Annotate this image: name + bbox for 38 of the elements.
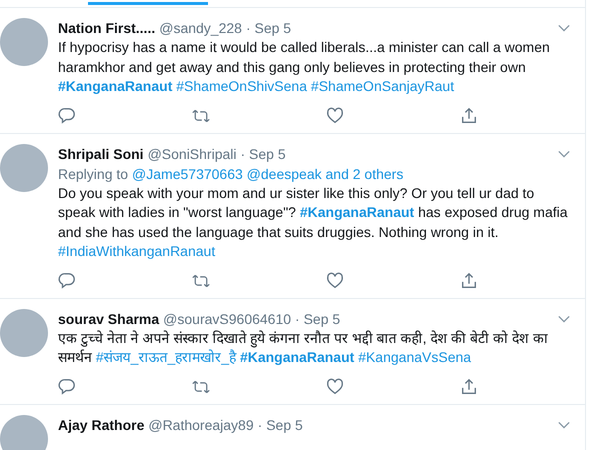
chevron-down-icon[interactable] [558, 420, 570, 428]
tweet-date[interactable]: · Sep 5 [295, 308, 340, 328]
user-name[interactable]: Shripali Soni [58, 144, 144, 164]
user-handle: @sandy_228 [159, 19, 242, 38]
hashtag-link[interactable]: #संजय_राऊत_हरामखोर_है [96, 349, 236, 365]
chevron-down-icon[interactable] [558, 150, 570, 158]
tweet-date[interactable]: · Sep 5 [258, 414, 303, 434]
chevron-down-icon[interactable] [558, 314, 570, 322]
hashtag-link[interactable]: #IndiaWithkanganRanaut [58, 243, 216, 259]
chevron-down-icon[interactable] [558, 24, 570, 32]
heart-icon[interactable] [326, 106, 344, 124]
user-name[interactable]: Nation First..... [58, 18, 156, 38]
tweet-date[interactable]: · Sep 5 [246, 18, 292, 38]
share-icon[interactable] [460, 106, 478, 124]
heart-icon[interactable] [326, 378, 344, 396]
tweet-text: एक टुच्चे नेता ने अपने संस्कार दिखाते हुये कंगना रनौत पर भद्दी बात कही, देश की बेटी को देश का समर्थन #संजय_राऊत_हरामखोर_है #KanganaRanaut #KanganaVsSena [58, 328, 549, 367]
user-handle: @Rathoreajay89 [148, 416, 254, 434]
heart-icon[interactable] [326, 272, 344, 290]
mention-link[interactable]: @Jame57370663 @deespeak and 2 others [132, 166, 404, 182]
tweet-date[interactable]: · Sep 5 [240, 144, 286, 164]
reply-icon[interactable] [58, 378, 76, 396]
reply-icon[interactable] [58, 272, 76, 290]
hashtag-link[interactable]: #KanganaRanaut [58, 78, 172, 94]
user-handle: @SoniShripali [148, 144, 236, 164]
hashtag-link[interactable]: #KanganaVsSena [358, 349, 472, 365]
hashtag-link[interactable]: #KanganaRanaut [300, 204, 414, 220]
hashtag-link[interactable]: #ShameOnShivSena [176, 78, 308, 94]
replying-label: Replying to [58, 166, 128, 182]
reply-icon[interactable] [58, 106, 76, 124]
tweet-text: Do you speak with your mom and ur sister like this only? Or you tell ur dad to speak with ladies in "worst language"? #KanganaRanaut has exposed drug mafia and she has used the language that suits druggies. Nothing wrong in it. #IndiaWithkanganRanaut [58, 184, 569, 261]
user-name[interactable]: Ajay Rathore [58, 414, 144, 434]
user-name[interactable]: sourav Sharma [58, 308, 160, 328]
hashtag-link[interactable]: #ShameOnSanjayRaut [310, 78, 454, 94]
user-handle: @souravS96064610 [163, 310, 292, 328]
tweet-text: If hypocrisy has a name it would be called liberals...a minister can call a women haramkhor and get away and this gang only believes in protecting their own #KanganaRanaut #ShameOnShivSena #ShameOnSanjayRaut [58, 38, 551, 96]
share-icon[interactable] [460, 378, 478, 396]
hashtag-link[interactable]: #KanganaRanaut [240, 349, 354, 365]
share-icon[interactable] [460, 272, 478, 290]
